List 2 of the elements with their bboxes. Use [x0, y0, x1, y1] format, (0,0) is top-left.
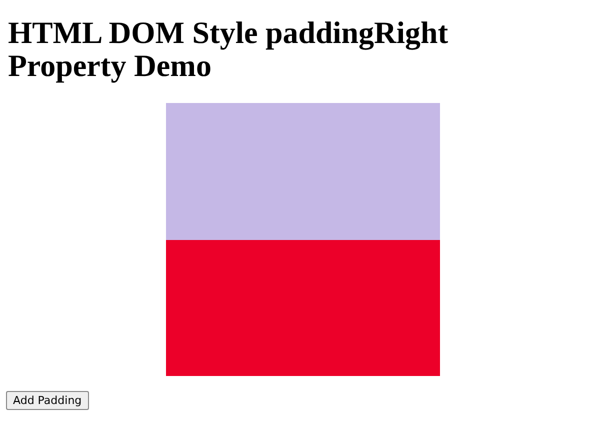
page-heading: HTML DOM Style paddingRight Property Demo	[8, 16, 450, 82]
add-padding-button[interactable]: Add Padding	[6, 391, 89, 410]
